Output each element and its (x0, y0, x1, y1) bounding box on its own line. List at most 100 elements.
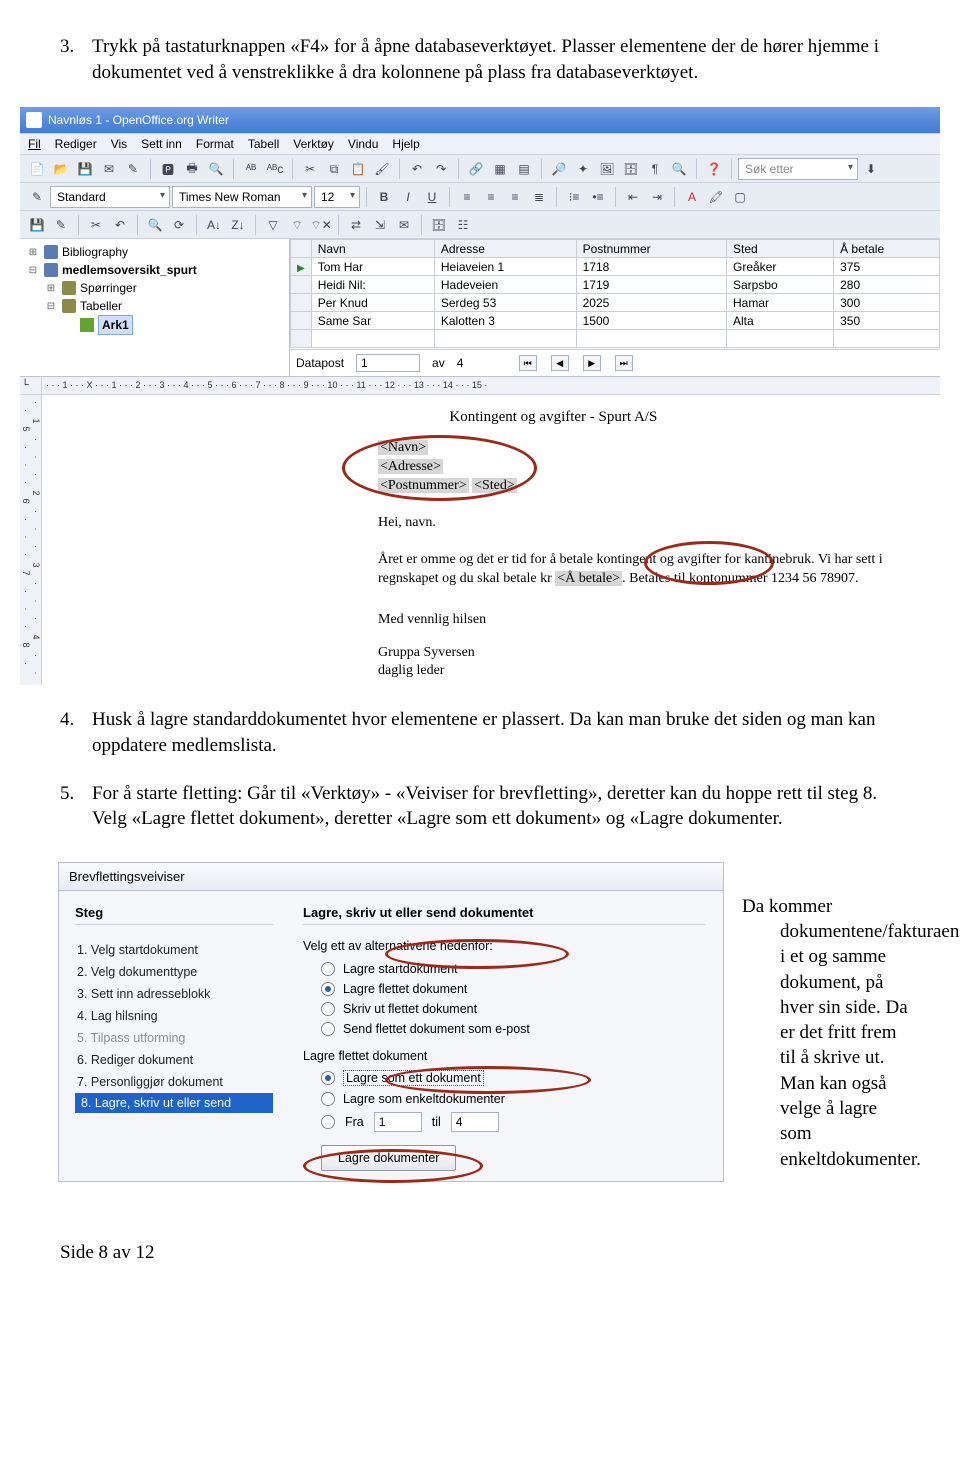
search-input[interactable]: Søk etter (738, 158, 858, 180)
data-grid[interactable]: Navn Adresse Postnummer Sted Å betale ▶T… (290, 239, 940, 376)
table-row[interactable]: Heidi Nil:Hadeveien1719Sarpsbo280 (291, 276, 940, 294)
db-autofilter-icon[interactable]: ▽ (262, 214, 284, 236)
menu-vindu[interactable]: Vindu (348, 137, 378, 151)
menu-tabell[interactable]: Tabell (248, 137, 279, 151)
zoom-icon[interactable]: 🔍 (668, 158, 690, 180)
record-navigator[interactable]: Datapost av 4 ⏮ ◀ ▶ ⏭ (290, 349, 940, 376)
db-refresh-icon[interactable]: ⟳ (168, 214, 190, 236)
undo-icon[interactable]: ↶ (406, 158, 428, 180)
db-explorer-icon[interactable]: ☷ (452, 214, 474, 236)
wizard-step-3[interactable]: 3. Sett inn adresseblokk (75, 983, 273, 1005)
table-row[interactable]: Per KnudSerdeg 532025Hamar300 (291, 294, 940, 312)
italic-icon[interactable]: I (397, 186, 419, 208)
wizard-step-2[interactable]: 2. Velg dokumenttype (75, 961, 273, 983)
redo-icon[interactable]: ↷ (430, 158, 452, 180)
formatpaint-icon[interactable]: 🖌 (371, 158, 393, 180)
wizard-step-1[interactable]: 1. Velg startdokument (75, 939, 273, 961)
col-adresse[interactable]: Adresse (434, 240, 576, 258)
opt-lagre-startdokument[interactable]: Lagre startdokument (303, 959, 705, 979)
align-left-icon[interactable]: ≡ (456, 186, 478, 208)
opt-fra-til[interactable]: Fra til (303, 1109, 705, 1135)
table-icon[interactable]: ▦ (489, 158, 511, 180)
nav-first-icon[interactable]: ⏮ (519, 355, 537, 371)
radio-icon[interactable] (321, 1022, 335, 1036)
menubar[interactable]: Fil Rediger Vis Sett inn Format Tabell V… (20, 133, 940, 155)
autospell-icon[interactable]: ᴬᴮᴄ (264, 158, 286, 180)
db-tofields-icon[interactable]: ⇄ (345, 214, 367, 236)
db-removefilter-icon[interactable]: ⌔✕ (310, 214, 332, 236)
cut-icon[interactable]: ✂ (299, 158, 321, 180)
opt-send-epost[interactable]: Send flettet dokument som e-post (303, 1019, 705, 1039)
indent-icon[interactable]: ⇥ (646, 186, 668, 208)
bold-icon[interactable]: B (373, 186, 395, 208)
menu-vis[interactable]: Vis (111, 137, 127, 151)
edit-icon[interactable]: ✎ (122, 158, 144, 180)
opt-lagre-ett-dokument[interactable]: Lagre som ett dokument (303, 1067, 705, 1089)
tree-queries[interactable]: Spørringer (80, 279, 137, 297)
open-icon[interactable]: 📂 (50, 158, 72, 180)
db-sort-desc-icon[interactable]: Z↓ (227, 214, 249, 236)
opt-skriv-ut[interactable]: Skriv ut flettet dokument (303, 999, 705, 1019)
styles-icon[interactable]: ✎ (26, 186, 48, 208)
bullets-icon[interactable]: •≡ (587, 186, 609, 208)
field-abetale[interactable]: <Å betale> (555, 571, 622, 586)
style-combo[interactable]: Standard (50, 186, 170, 208)
wizard-step-8[interactable]: 8. Lagre, skriv ut eller send (75, 1093, 273, 1113)
tree-tables[interactable]: Tabeller (80, 297, 122, 315)
size-combo[interactable]: 12 (314, 186, 360, 208)
find-icon[interactable]: 🔎 (548, 158, 570, 180)
hyperlink-icon[interactable]: 🔗 (465, 158, 487, 180)
wizard-step-7[interactable]: 7. Personliggjør dokument (75, 1071, 273, 1093)
align-center-icon[interactable]: ≡ (480, 186, 502, 208)
mail-icon[interactable]: ✉ (98, 158, 120, 180)
outdent-icon[interactable]: ⇤ (622, 186, 644, 208)
datasource-tree[interactable]: ⊞Bibliography ⊟medlemsoversikt_spurt ⊞Sp… (20, 239, 290, 376)
radio-icon[interactable] (321, 1115, 335, 1129)
nav-last-icon[interactable]: ⏭ (615, 355, 633, 371)
db-filter-icon[interactable]: ⌔ (286, 214, 308, 236)
copy-icon[interactable]: ⧉ (323, 158, 345, 180)
field-adresse[interactable]: <Adresse> (378, 459, 443, 474)
col-postnummer[interactable]: Postnummer (576, 240, 726, 258)
nonprint-icon[interactable]: ¶ (644, 158, 666, 180)
db-totext-icon[interactable]: ⇲ (369, 214, 391, 236)
nav-record-input[interactable] (356, 354, 420, 372)
preview-icon[interactable]: 🔍 (205, 158, 227, 180)
wizard-step-4[interactable]: 4. Lag hilsning (75, 1005, 273, 1027)
spellcheck-icon[interactable]: ᴬᴮ (240, 158, 262, 180)
underline-icon[interactable]: U (421, 186, 443, 208)
opt-lagre-enkeltdokumenter[interactable]: Lagre som enkeltdokumenter (303, 1089, 705, 1109)
font-combo[interactable]: Times New Roman (172, 186, 312, 208)
highlight-icon[interactable]: 🖍 (705, 186, 727, 208)
table-row[interactable]: Same SarKalotten 31500Alta350 (291, 312, 940, 330)
gallery-icon[interactable]: 🖼 (596, 158, 618, 180)
nav-next-icon[interactable]: ▶ (583, 355, 601, 371)
col-abetale[interactable]: Å betale (834, 240, 940, 258)
menu-format[interactable]: Format (196, 137, 234, 151)
paste-icon[interactable]: 📋 (347, 158, 369, 180)
navigator-icon[interactable]: ✦ (572, 158, 594, 180)
tree-bibliography[interactable]: Bibliography (62, 243, 128, 261)
field-sted[interactable]: <Sted> (472, 478, 517, 493)
align-justify-icon[interactable]: ≣ (528, 186, 550, 208)
radio-icon[interactable] (321, 962, 335, 976)
help-icon[interactable]: ❓ (703, 158, 725, 180)
wizard-step-6[interactable]: 6. Rediger dokument (75, 1049, 273, 1071)
align-right-icon[interactable]: ≡ (504, 186, 526, 208)
menu-fil[interactable]: Fil (28, 137, 41, 151)
tree-sheet-ark1[interactable]: Ark1 (98, 315, 133, 335)
numbering-icon[interactable]: ⁝≡ (563, 186, 585, 208)
radio-icon[interactable] (321, 1002, 335, 1016)
db-find-icon[interactable]: 🔍 (144, 214, 166, 236)
db-undo-icon[interactable]: ↶ (109, 214, 131, 236)
menu-hjelp[interactable]: Hjelp (392, 137, 419, 151)
col-sted[interactable]: Sted (727, 240, 834, 258)
grid-icon[interactable]: ▤ (513, 158, 535, 180)
col-navn[interactable]: Navn (311, 240, 434, 258)
db-save-icon[interactable]: 💾 (26, 214, 48, 236)
db-sort-asc-icon[interactable]: A↓ (203, 214, 225, 236)
opt-lagre-flettet[interactable]: Lagre flettet dokument (303, 979, 705, 999)
bgcolor-icon[interactable]: ▢ (729, 186, 751, 208)
print-icon[interactable]: 🖶 (181, 158, 203, 180)
lagre-dokumenter-button[interactable]: Lagre dokumenter (321, 1145, 456, 1171)
